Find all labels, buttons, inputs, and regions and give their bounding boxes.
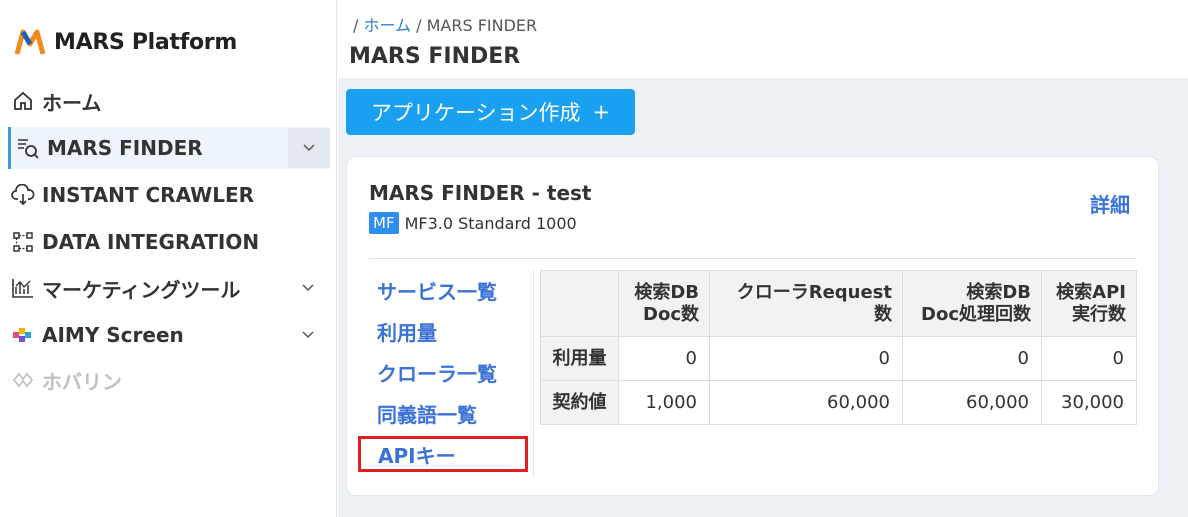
sidebar-item-label: マーケティングツール: [42, 277, 241, 302]
hover-icon: [10, 367, 36, 393]
column-header: 検索DB Doc数: [618, 270, 710, 337]
sidebar-item-instant-crawler[interactable]: INSTANT CRAWLER: [8, 174, 330, 216]
table-cell: 0: [902, 336, 1042, 381]
column-header-line: 検索DB: [634, 281, 699, 303]
card-submenu: サービス一覧 利用量 クローラ一覧 同義語一覧 APIキー: [358, 270, 534, 472]
table-row: 利用量 0 0 0 0: [540, 336, 1137, 381]
plan-info: MF MF3.0 Standard 1000: [369, 212, 577, 234]
usage-table: 検索DB Doc数 クローラRequest数 検索DB Doc処理回数 検索AP…: [540, 270, 1137, 425]
column-header: 検索API 実行数: [1041, 270, 1137, 337]
home-icon: [10, 88, 36, 114]
page-header: / ホーム / MARS FINDER MARS FINDER: [338, 0, 1188, 78]
sidebar-item-label: INSTANT CRAWLER: [42, 183, 255, 207]
sidebar-item-hovarin[interactable]: ホバリン: [8, 359, 330, 401]
table-header-row: 検索DB Doc数 クローラRequest数 検索DB Doc処理回数 検索AP…: [540, 270, 1137, 337]
chevron-down-icon[interactable]: [298, 325, 318, 345]
sidebar-item-label: ホーム: [42, 90, 102, 115]
breadcrumb-current: MARS FINDER: [426, 16, 538, 35]
divider: [369, 258, 1136, 259]
sidebar-item-mars-finder[interactable]: MARS FINDER: [8, 127, 330, 169]
column-header-line: Doc処理回数: [921, 303, 1031, 325]
breadcrumb: / ホーム / MARS FINDER: [353, 12, 537, 36]
table-corner-cell: [540, 270, 619, 337]
column-header-line: 検索API: [1056, 281, 1126, 303]
sidebar-item-aimy-screen[interactable]: AIMY Screen: [8, 314, 330, 356]
submenu-item-api-key[interactable]: APIキー: [358, 436, 528, 472]
breadcrumb-separator: /: [416, 16, 422, 35]
detail-link[interactable]: 詳細: [1090, 189, 1130, 218]
table-cell: 60,000: [709, 380, 903, 425]
main-content: / ホーム / MARS FINDER MARS FINDER アプリケーション…: [338, 0, 1188, 517]
submenu-item-synonym-list[interactable]: 同義語一覧: [369, 393, 534, 434]
search-list-icon: [15, 135, 41, 161]
table-cell: 30,000: [1041, 380, 1137, 425]
breadcrumb-home-link[interactable]: ホーム: [363, 16, 411, 35]
sidebar: MARS Platform ホーム MARS FINDER INSTANT CR…: [0, 0, 337, 517]
sidebar-item-home[interactable]: ホーム: [8, 80, 330, 122]
page-title: MARS FINDER: [349, 44, 521, 69]
column-header: 検索DB Doc処理回数: [902, 270, 1042, 337]
create-application-button[interactable]: アプリケーション作成 +: [346, 89, 635, 135]
sidebar-item-marketing-tools[interactable]: マーケティングツール: [8, 267, 330, 309]
column-header-line: 検索DB: [966, 281, 1031, 303]
sidebar-item-label: AIMY Screen: [42, 323, 184, 347]
app-logo[interactable]: MARS Platform: [14, 26, 237, 58]
table-cell: 1,000: [618, 380, 710, 425]
logo-text: MARS Platform: [54, 29, 237, 55]
application-title: MARS FINDER - test: [369, 181, 592, 205]
column-header-line: 実行数: [1072, 303, 1126, 325]
submenu-item-usage[interactable]: 利用量: [369, 311, 534, 352]
chart-icon: [10, 275, 36, 301]
submenu-item-crawler-list[interactable]: クローラ一覧: [369, 352, 534, 393]
sidebar-item-label: DATA INTEGRATION: [42, 230, 260, 254]
mars-logo-icon: [14, 29, 46, 55]
column-header-line: クローラRequest数: [736, 281, 892, 325]
breadcrumb-separator: /: [353, 16, 359, 35]
column-header-line: Doc数: [643, 303, 699, 325]
aimy-logo-icon: [10, 322, 36, 348]
sidebar-item-label: ホバリン: [42, 369, 122, 394]
divider: [533, 270, 534, 477]
product-badge: MF: [369, 212, 399, 234]
sidebar-item-label: MARS FINDER: [47, 136, 203, 160]
row-header: 契約値: [540, 380, 619, 425]
sidebar-item-data-integration[interactable]: DATA INTEGRATION: [8, 221, 330, 263]
row-header: 利用量: [540, 336, 619, 381]
cloud-download-icon: [10, 182, 36, 208]
create-application-label: アプリケーション作成: [370, 101, 581, 125]
chevron-down-icon[interactable]: [288, 128, 330, 168]
table-row: 契約値 1,000 60,000 60,000 30,000: [540, 380, 1137, 425]
application-card: MARS FINDER - test MF MF3.0 Standard 100…: [346, 156, 1159, 496]
chevron-down-icon[interactable]: [298, 278, 318, 298]
table-cell: 0: [709, 336, 903, 381]
table-cell: 60,000: [902, 380, 1042, 425]
plus-icon: +: [592, 100, 611, 124]
data-flow-icon: [10, 229, 36, 255]
column-header: クローラRequest数: [709, 270, 903, 337]
plan-name: MF3.0 Standard 1000: [404, 213, 577, 233]
submenu-item-service-list[interactable]: サービス一覧: [369, 270, 534, 311]
table-cell: 0: [618, 336, 710, 381]
table-cell: 0: [1041, 336, 1137, 381]
